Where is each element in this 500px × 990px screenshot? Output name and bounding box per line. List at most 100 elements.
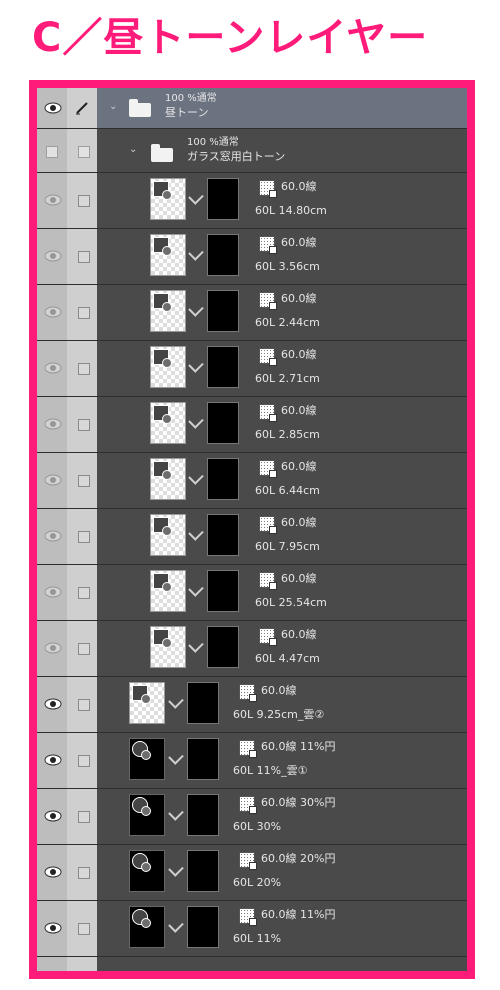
checkbox-icon[interactable] bbox=[78, 363, 90, 375]
tone-layer-icon bbox=[259, 628, 277, 646]
eye-icon[interactable] bbox=[44, 194, 62, 206]
eye-icon[interactable] bbox=[44, 418, 62, 430]
layer-row[interactable]: 60.0線 20%円 60L 20% bbox=[37, 844, 467, 901]
link-icon bbox=[188, 301, 204, 317]
mask-thumbnail bbox=[207, 514, 239, 556]
tone-layer-icon bbox=[239, 908, 257, 926]
checkbox-icon[interactable] bbox=[78, 923, 90, 935]
layer-info: 60L 30% bbox=[233, 820, 282, 833]
tone-layer-icon bbox=[259, 348, 277, 366]
mask-thumbnail bbox=[187, 682, 219, 724]
checkbox-icon[interactable] bbox=[78, 587, 90, 599]
layer-thumbnail bbox=[150, 570, 186, 612]
layer-info: 60L 2.85cm bbox=[255, 428, 320, 441]
folder-row-glass-window[interactable]: ⌄ 100 %通常 ガラス窓用白トーン bbox=[37, 128, 467, 173]
layer-thumbnail bbox=[129, 738, 165, 780]
folder-icon bbox=[129, 99, 151, 117]
checkbox-icon[interactable] bbox=[78, 307, 90, 319]
layer-info: 60L 2.71cm bbox=[255, 372, 320, 385]
eye-icon[interactable] bbox=[44, 362, 62, 374]
tone-layer-icon bbox=[259, 572, 277, 590]
layer-row[interactable]: 60.0線 60L 14.80cm bbox=[37, 172, 467, 229]
layer-thumbnail bbox=[150, 178, 186, 220]
layer-info: 60L 6.44cm bbox=[255, 484, 320, 497]
eye-icon[interactable] bbox=[44, 642, 62, 654]
mask-thumbnail bbox=[207, 178, 239, 220]
layer-row[interactable]: 60.0線 11%円 60L 11% bbox=[37, 900, 467, 957]
checkbox-icon[interactable] bbox=[78, 475, 90, 487]
layer-tone: 60.0線 20%円 bbox=[261, 852, 336, 865]
layer-row[interactable]: 60.0線 60L 25.54cm bbox=[37, 564, 467, 621]
folder-row-day-tone[interactable]: ⌄ 100 %通常 昼トーン bbox=[37, 88, 467, 129]
folder-mode: 100 %通常 bbox=[165, 93, 217, 104]
checkbox-icon[interactable] bbox=[78, 867, 90, 879]
tone-layer-icon bbox=[239, 852, 257, 870]
checkbox-icon[interactable] bbox=[78, 251, 90, 263]
eye-icon[interactable] bbox=[44, 586, 62, 598]
eye-icon[interactable] bbox=[44, 474, 62, 486]
checkbox-icon[interactable] bbox=[78, 419, 90, 431]
layer-thumbnail bbox=[150, 402, 186, 444]
link-icon bbox=[168, 917, 184, 933]
layer-row[interactable]: 60.0線 60L 7.95cm bbox=[37, 508, 467, 565]
layer-info: 60L 9.25cm_雲② bbox=[233, 708, 325, 721]
eye-icon[interactable] bbox=[44, 250, 62, 262]
checkbox-icon[interactable] bbox=[78, 146, 90, 158]
link-icon bbox=[188, 581, 204, 597]
eye-icon[interactable] bbox=[44, 698, 62, 710]
layer-info: 60L 20% bbox=[233, 876, 282, 889]
checkbox-icon[interactable] bbox=[78, 643, 90, 655]
eye-icon[interactable] bbox=[44, 922, 62, 934]
layer-row[interactable]: 60.0線 60L 9.25cm_雲② bbox=[37, 676, 467, 733]
layer-row[interactable]: 60.0線 60L 3.56cm bbox=[37, 228, 467, 285]
eye-icon[interactable] bbox=[44, 754, 62, 766]
layer-row[interactable]: 60.0線 60L 4.47cm bbox=[37, 620, 467, 677]
tone-layer-icon bbox=[259, 236, 277, 254]
mask-thumbnail bbox=[187, 906, 219, 948]
layer-tone: 60.0線 bbox=[281, 348, 317, 361]
layer-row[interactable]: 60.0線 60L 2.44cm bbox=[37, 284, 467, 341]
layer-info: 60L 4.47cm bbox=[255, 652, 320, 665]
folder-name: ガラス窓用白トーン bbox=[187, 150, 286, 163]
layer-thumbnail bbox=[129, 906, 165, 948]
chevron-down-icon[interactable]: ⌄ bbox=[129, 144, 137, 155]
layer-thumbnail bbox=[129, 850, 165, 892]
tone-layer-icon bbox=[239, 740, 257, 758]
eye-icon[interactable] bbox=[44, 102, 62, 114]
layer-tone: 60.0線 11%円 bbox=[261, 908, 336, 921]
layer-row[interactable]: 60.0線 60L 2.85cm bbox=[37, 396, 467, 453]
eye-icon[interactable] bbox=[44, 866, 62, 878]
layer-row[interactable]: 60.0線 60L 2.71cm bbox=[37, 340, 467, 397]
layer-thumbnail bbox=[150, 514, 186, 556]
chevron-down-icon[interactable]: ⌄ bbox=[109, 101, 117, 112]
layer-row[interactable]: 60.0線 30%円 60L 30% bbox=[37, 788, 467, 845]
checkbox-icon[interactable] bbox=[78, 811, 90, 823]
tone-layer-icon bbox=[259, 516, 277, 534]
layer-tone: 60.0線 bbox=[281, 460, 317, 473]
eye-icon[interactable] bbox=[44, 530, 62, 542]
mask-thumbnail bbox=[187, 794, 219, 836]
layer-row[interactable]: 60.0線 11%円 60L 11%_雲① bbox=[37, 732, 467, 789]
layer-info: 60L 11% bbox=[233, 932, 282, 945]
layer-thumbnail bbox=[150, 458, 186, 500]
link-icon bbox=[168, 693, 184, 709]
eye-icon[interactable] bbox=[44, 306, 62, 318]
link-icon bbox=[188, 413, 204, 429]
checkbox-icon[interactable] bbox=[46, 146, 58, 158]
checkbox-icon[interactable] bbox=[78, 531, 90, 543]
checkbox-icon[interactable] bbox=[78, 195, 90, 207]
layer-thumbnail bbox=[150, 290, 186, 332]
link-icon bbox=[188, 637, 204, 653]
link-icon bbox=[188, 357, 204, 373]
layer-info: 60L 11%_雲① bbox=[233, 764, 308, 777]
layer-info: 60L 14.80cm bbox=[255, 204, 327, 217]
mask-thumbnail bbox=[207, 402, 239, 444]
layer-thumbnail bbox=[129, 682, 165, 724]
checkbox-icon[interactable] bbox=[78, 755, 90, 767]
layer-row[interactable]: 60.0線 60L 6.44cm bbox=[37, 452, 467, 509]
layer-info: 60L 2.44cm bbox=[255, 316, 320, 329]
layer-panel: ⌄ 100 %通常 昼トーン ⌄ 100 %通常 ガラス窓用白トーン 60.0線… bbox=[29, 80, 475, 979]
eye-icon[interactable] bbox=[44, 810, 62, 822]
checkbox-icon[interactable] bbox=[78, 699, 90, 711]
tone-layer-icon bbox=[259, 404, 277, 422]
